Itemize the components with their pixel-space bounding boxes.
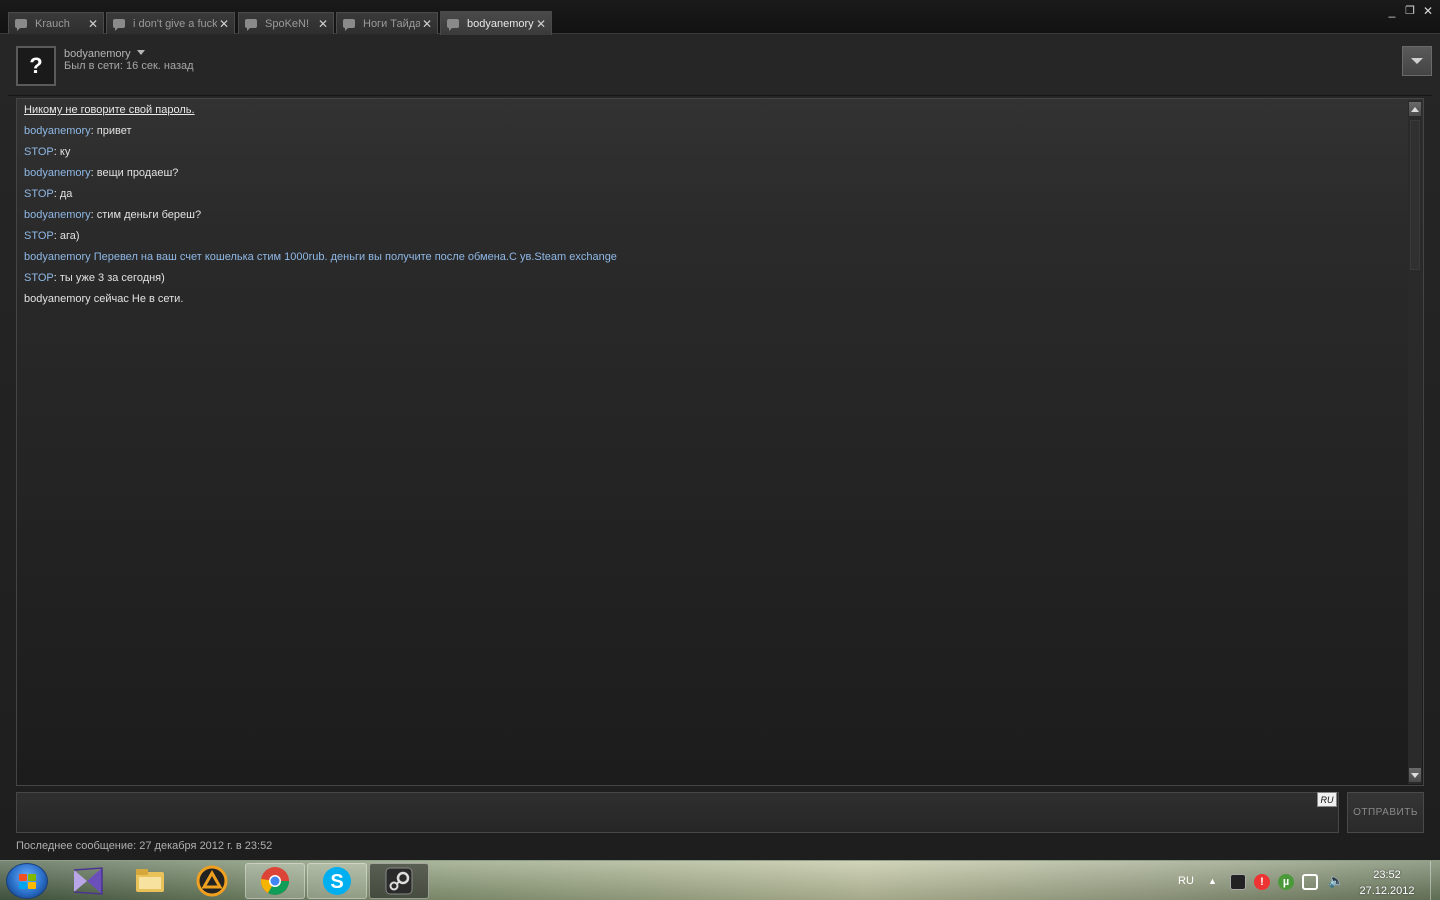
list-item: STOP: ты уже 3 за сегодня) [24,271,1403,292]
taskbar-visual-studio[interactable] [58,863,118,899]
friend-status: Был в сети: 16 сек. назад [64,60,194,72]
taskbar-steam[interactable] [369,863,429,899]
windows-logo-icon [19,874,37,890]
list-item: STOP: ку [24,145,1403,166]
skype-letter: S [330,871,343,893]
message-text: : ку [53,146,71,158]
sender-name[interactable]: STOP [24,230,54,242]
avatar[interactable]: ? [16,46,56,86]
chat-bubble-icon [113,19,125,31]
password-warning-link[interactable]: Никому не говорите свой пароль. [24,104,195,116]
taskbar-aimp[interactable] [182,863,242,899]
message-log: Никому не говорите свой пароль. bodyanem… [16,98,1424,786]
tab-spoken[interactable]: SpoKeN! ✕ [238,12,334,34]
message-text: : ага) [53,230,80,242]
message-text: : да [53,188,73,200]
message-list: Никому не говорите свой пароль. bodyanem… [24,103,1403,313]
friend-name-dropdown[interactable]: bodyanemory [64,48,145,60]
list-item: STOP: да [24,187,1403,208]
message-input[interactable] [17,793,1338,832]
clock-time: 23:52 [1373,869,1401,881]
chat-header: ? bodyanemory Был в сети: 16 сек. назад [8,38,1432,96]
chat-bubble-icon [343,19,355,31]
message-text: : вещи продаеш? [90,167,179,179]
chat-bubble-icon [447,19,459,31]
list-item: bodyanemory: стим деньги береш? [24,208,1403,229]
chat-bubble-icon [245,19,257,31]
message-text: : привет [90,125,132,137]
input-language-indicator[interactable]: RU [1178,861,1194,900]
list-item: bodyanemory Перевел на ваш счет кошелька… [24,250,1403,271]
chat-tab-bar: Krauch ✕ i don't give a fuck ✕ SpoKeN! ✕… [0,0,1440,35]
network-icon[interactable] [1302,874,1318,890]
close-icon[interactable]: ✕ [217,17,231,31]
sender-name[interactable]: STOP [24,188,54,200]
sender-name[interactable]: bodyanemory [24,167,91,179]
chevron-down-icon [136,50,145,55]
tab-label: i don't give a fuck [133,17,217,30]
input-language-badge: RU [1317,792,1337,807]
alert-icon[interactable]: ! [1254,874,1270,890]
tab-krauch[interactable]: Krauch ✕ [8,12,104,34]
friend-name: bodyanemory [64,48,131,60]
folder-icon [136,869,164,892]
taskbar-explorer[interactable] [120,863,180,899]
scroll-up-button[interactable] [1409,102,1421,116]
show-hidden-icons-button[interactable]: ▲ [1208,861,1217,900]
skype-icon: S [323,867,351,895]
sender-name[interactable]: STOP [24,272,54,284]
arrow-down-icon [1411,772,1419,778]
chrome-icon [261,867,289,895]
maximize-button[interactable]: ❐ [1402,4,1418,18]
list-item: STOP: ага) [24,229,1403,250]
scroll-thumb[interactable] [1410,120,1420,270]
emote-message: bodyanemory Перевел на ваш счет кошелька… [24,251,617,263]
message-text: : ты уже 3 за сегодня) [53,272,165,284]
last-message-info: Последнее сообщение: 27 декабря 2012 г. … [16,840,273,852]
warning-message: Никому не говорите свой пароль. [24,103,1403,124]
tab-label: Krauch [35,17,70,30]
scrollbar[interactable] [1408,100,1422,784]
offline-notice: bodyanemory сейчас Не в сети. [24,293,184,305]
steam-chat-window: Krauch ✕ i don't give a fuck ✕ SpoKeN! ✕… [0,0,1440,860]
arrow-up-icon [1411,106,1419,112]
send-button[interactable]: ОТПРАВИТЬ [1347,792,1424,833]
sender-name[interactable]: bodyanemory [24,209,91,221]
volume-icon[interactable]: 🔈 [1328,861,1344,900]
taskbar-skype[interactable]: S [307,863,367,899]
tab-label: bodyanemory [467,17,534,30]
tab-label: SpoKeN! [265,17,310,30]
message-input-box[interactable] [16,792,1339,833]
system-clock[interactable]: 23:52 27.12.2012 [1350,867,1424,899]
chat-options-button[interactable] [1402,46,1432,76]
sender-name[interactable]: STOP [24,146,54,158]
scroll-down-button[interactable] [1409,768,1421,782]
sender-name[interactable]: bodyanemory [24,125,91,137]
clock-date: 27.12.2012 [1359,885,1415,897]
tab-label: Ноги Тайда [363,17,420,30]
close-icon[interactable]: ✕ [86,17,100,31]
tab-i-dont-give[interactable]: i don't give a fuck ✕ [106,12,235,34]
taskbar-chrome[interactable] [245,863,305,899]
minimize-button[interactable]: _ [1384,4,1400,18]
chat-bubble-icon [15,19,27,31]
start-button[interactable] [6,863,48,899]
close-icon[interactable]: ✕ [316,17,330,31]
close-icon[interactable]: ✕ [534,17,548,31]
list-item: bodyanemory: привет [24,124,1403,145]
chevron-down-icon [1411,58,1423,64]
visual-studio-icon [73,867,103,895]
steam-icon [385,867,413,895]
close-window-button[interactable]: ✕ [1420,4,1436,18]
tab-bodyanemory[interactable]: bodyanemory ✕ [440,11,552,35]
message-text: : стим деньги береш? [90,209,202,221]
close-icon[interactable]: ✕ [420,17,434,31]
aimp-icon [196,865,228,897]
windows-taskbar: S RU ▲ ! µ 🔈 23:52 27.12.2012 [0,860,1440,900]
list-item: bodyanemory: вещи продаеш? [24,166,1403,187]
utorrent-icon[interactable]: µ [1278,874,1294,890]
display-icon[interactable] [1230,874,1246,890]
show-desktop-button[interactable] [1430,861,1440,900]
tab-nogi-taida[interactable]: Ноги Тайда ✕ [336,12,438,34]
